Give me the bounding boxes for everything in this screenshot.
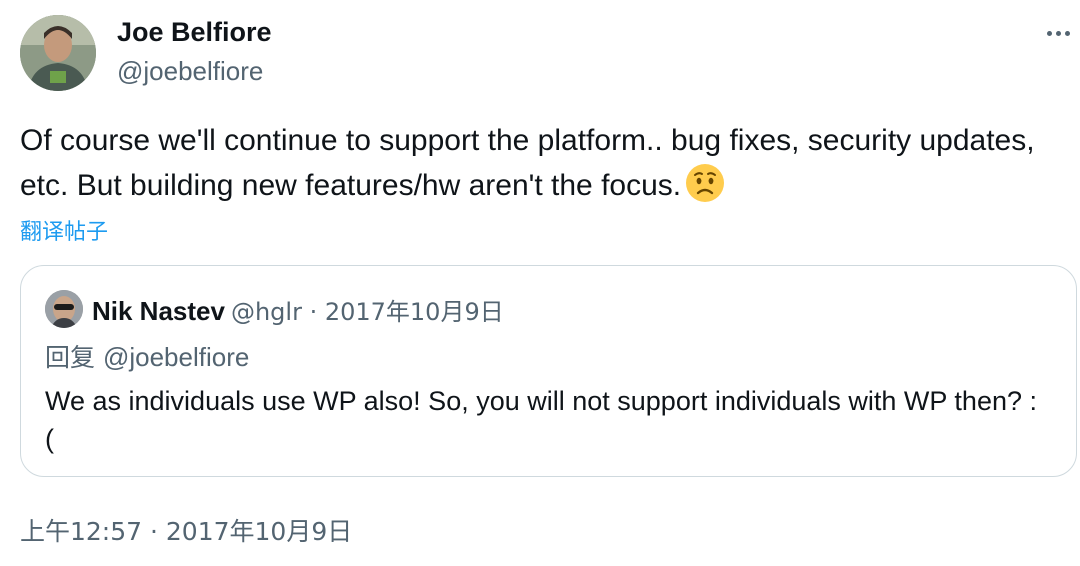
more-horizontal-icon[interactable] [1040, 18, 1076, 48]
quoted-author-name: Nik Nastev [92, 296, 225, 326]
quoted-tweet-text: We as individuals use WP also! So, you w… [45, 386, 1037, 454]
quoted-author-avatar [45, 290, 83, 328]
tweet-timestamp[interactable]: 上午12:57 · 2017年10月9日 [20, 512, 352, 548]
author-handle[interactable]: @joebelfiore [117, 56, 263, 87]
translate-post-link[interactable]: 翻译帖子 [20, 214, 108, 246]
reply-prefix: 回复 [45, 343, 96, 372]
author-name[interactable]: Joe Belfiore [117, 17, 272, 48]
quoted-handle-date: @hglr · 2017年10月9日 [230, 298, 504, 326]
quoted-header: Nik Nastev @hglr · 2017年10月9日 [92, 292, 504, 327]
reply-mention[interactable]: @joebelfiore [103, 342, 249, 372]
quoted-tweet-card[interactable]: Nik Nastev @hglr · 2017年10月9日 回复 @joebelf… [20, 265, 1077, 477]
tweet-body: Of course we'll continue to support the … [20, 124, 1035, 202]
author-avatar[interactable] [20, 15, 96, 91]
tweet-text: Of course we'll continue to support the … [20, 118, 1060, 208]
reply-to-line: 回复 @joebelfiore [45, 338, 249, 374]
worried-face-emoji [686, 164, 725, 202]
